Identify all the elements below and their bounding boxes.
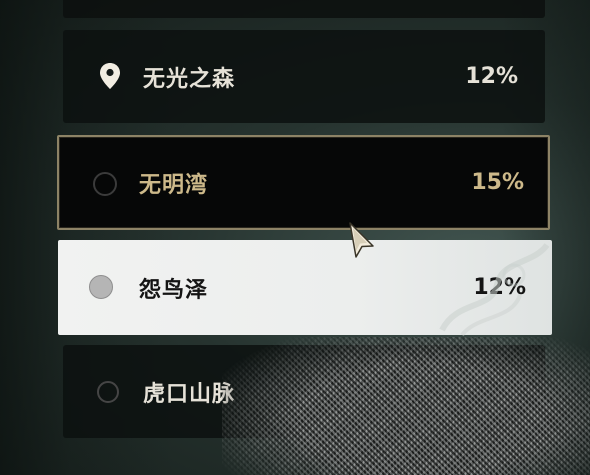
- location-name: 无光之森: [143, 66, 236, 92]
- location-percent: 12%: [465, 64, 518, 89]
- map-pin-icon: [99, 62, 121, 94]
- location-option-partial[interactable]: [63, 0, 545, 18]
- ornament-decoration: [439, 242, 550, 337]
- mouse-cursor-icon: [347, 221, 377, 263]
- location-option-selected[interactable]: 怨鸟泽 12%: [58, 240, 552, 337]
- radio-circle-icon: [93, 172, 117, 196]
- location-percent: 15%: [471, 170, 524, 195]
- obscured-region: [222, 337, 590, 475]
- location-name: 无明湾: [139, 172, 209, 198]
- radio-circle-icon: [89, 275, 113, 299]
- location-option-hovered[interactable]: 无明湾 15%: [57, 135, 550, 230]
- location-name: 怨鸟泽: [139, 277, 209, 303]
- radio-circle-icon: [97, 381, 119, 403]
- location-option-current[interactable]: 无光之森 12%: [63, 30, 545, 123]
